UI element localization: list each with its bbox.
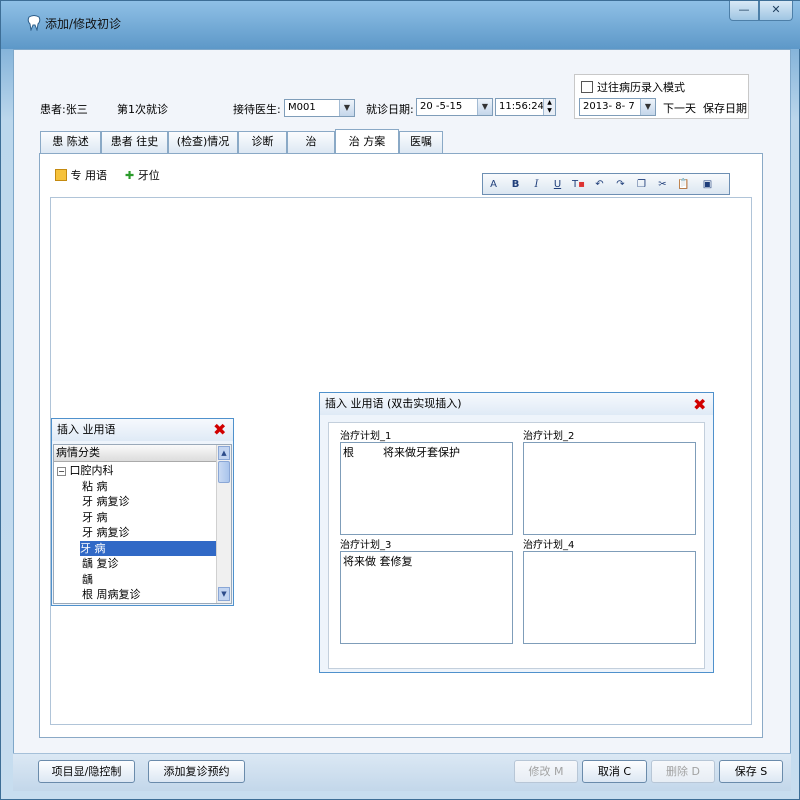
close-window-button[interactable]: ✕: [759, 1, 793, 21]
visit-time-spinner[interactable]: 11:56:24 ▲ ▼: [495, 98, 556, 116]
history-date-picker[interactable]: 2013- 8- 7 ▼: [579, 98, 656, 116]
category-column-header: 病情分类: [54, 445, 217, 462]
history-mode-label: 过往病历录入模式: [597, 81, 685, 94]
plan-4-label: 治疗计划_4: [523, 540, 575, 551]
plan-2-textbox[interactable]: [523, 442, 696, 535]
font-icon[interactable]: A: [485, 176, 502, 193]
history-date-value: 2013- 8- 7: [583, 101, 635, 112]
add-followup-button[interactable]: 添加复诊预约: [148, 760, 245, 783]
tree-item-selected[interactable]: 牙 病: [80, 541, 217, 556]
text-color-icon[interactable]: T▪: [570, 176, 587, 193]
visit-date-value: 20 -5-15: [420, 101, 463, 112]
visit-count-label: 第1次就诊: [117, 103, 168, 116]
visit-date-picker[interactable]: 20 -5-15 ▼: [416, 98, 493, 116]
redo-icon[interactable]: ↷: [612, 176, 629, 193]
paste-icon[interactable]: 📋: [675, 176, 692, 193]
next-day-link[interactable]: 下一天: [663, 100, 696, 116]
plan-3-label: 治疗计划_3: [340, 540, 392, 551]
tooth-icon: [27, 15, 41, 31]
tab-diagnosis[interactable]: 诊断: [238, 131, 287, 153]
plan-1-label: 治疗计划_1: [340, 431, 392, 442]
delete-button[interactable]: 删除 D: [651, 760, 715, 783]
tab-complaint[interactable]: 患 陈述: [40, 131, 101, 153]
chevron-down-icon[interactable]: ▼: [477, 99, 492, 115]
scroll-up-icon[interactable]: ▲: [218, 446, 230, 460]
history-mode-group: 过往病历录入模式 2013- 8- 7 ▼ 下一天 保存日期: [574, 74, 749, 119]
tree-item[interactable]: 牙 病: [82, 510, 108, 525]
close-icon[interactable]: ✖: [213, 422, 226, 438]
scroll-thumb[interactable]: [218, 461, 230, 483]
spin-arrows-icon[interactable]: ▲ ▼: [543, 99, 555, 115]
plan-popup-title: 插入 业用语 (双击实现插入): [320, 393, 713, 415]
tree-item[interactable]: 龋: [82, 572, 93, 587]
history-mode-checkbox[interactable]: [581, 81, 593, 93]
undo-icon[interactable]: ↶: [591, 176, 608, 193]
tree-item[interactable]: 龋 复诊: [82, 556, 119, 571]
save-button[interactable]: 保存 S: [719, 760, 783, 783]
underline-icon[interactable]: U: [549, 176, 566, 193]
patient-label: 患者:张三: [40, 103, 88, 116]
tab-history[interactable]: 患者 往史: [101, 131, 168, 153]
tree-item[interactable]: 牙 病复诊: [82, 525, 130, 540]
collapse-icon[interactable]: −: [57, 467, 66, 476]
tree-scrollbar[interactable]: ▲ ▼: [216, 445, 231, 603]
plan-2-label: 治疗计划_2: [523, 431, 575, 442]
tree-item[interactable]: 粘 病: [82, 479, 108, 494]
plus-icon: ✚: [125, 169, 135, 182]
tab-treatment[interactable]: 治: [287, 131, 335, 153]
window-title: 添加/修改初诊: [45, 17, 122, 31]
tooth-position-button[interactable]: ✚ 牙位: [125, 167, 160, 183]
image-icon[interactable]: ▣: [699, 176, 716, 193]
plan-1-textbox[interactable]: 根 将来做牙套保护: [340, 442, 513, 535]
cut-icon[interactable]: ✂: [654, 176, 671, 193]
term-popup-title: 插入 业用语: [52, 419, 233, 441]
chevron-down-icon[interactable]: ▼: [339, 100, 354, 116]
cancel-button[interactable]: 取消 C: [582, 760, 647, 783]
tab-treatment-plan[interactable]: 治 方案: [335, 129, 399, 154]
doctor-label: 接待医生:: [233, 103, 281, 116]
doctor-select-value: M001: [288, 102, 316, 113]
italic-icon[interactable]: I: [528, 176, 545, 193]
tree-root-label: 口腔内科: [69, 464, 114, 477]
note-icon: [55, 169, 67, 181]
doctor-select[interactable]: M001 ▼: [284, 99, 355, 117]
modify-button[interactable]: 修改 M: [514, 760, 578, 783]
minimize-button[interactable]: —: [729, 1, 759, 21]
tree-item[interactable]: 根 周病复诊: [82, 587, 141, 602]
insert-term-label: 专 用语: [70, 169, 108, 182]
category-tree[interactable]: 病情分类 − 口腔内科 粘 病 牙 病复诊 牙 病 牙 病复诊 牙 病 龋 复诊…: [53, 444, 232, 604]
tree-item[interactable]: 牙 病复诊: [82, 494, 130, 509]
close-icon[interactable]: ✖: [693, 397, 706, 413]
tooth-position-label: 牙位: [137, 169, 160, 182]
format-toolbar: A B I U T▪ ↶ ↷ ❐ ✂ 📋 ▣: [482, 173, 730, 195]
plan-3-textbox[interactable]: 将来做 套修复: [340, 551, 513, 644]
chevron-down-icon[interactable]: ▼: [640, 99, 655, 115]
title-bar[interactable]: 添加/修改初诊 — ✕: [1, 1, 800, 49]
toggle-items-button[interactable]: 项目显/隐控制: [38, 760, 135, 783]
visit-date-label: 就诊日期:: [366, 103, 414, 116]
visit-time-value: 11:56:24: [499, 101, 544, 112]
scroll-down-icon[interactable]: ▼: [218, 587, 230, 601]
save-date-link[interactable]: 保存日期: [703, 100, 747, 116]
bold-icon[interactable]: B: [507, 176, 524, 193]
insert-term-button[interactable]: 专 用语: [55, 167, 107, 183]
tab-medical-advice[interactable]: 医嘱: [399, 131, 443, 153]
plan-4-textbox[interactable]: [523, 551, 696, 644]
copy-icon[interactable]: ❐: [633, 176, 650, 193]
tree-root-item[interactable]: − 口腔内科: [57, 463, 114, 478]
dialog-window: 添加/修改初诊 — ✕ 患者:张三 第1次就诊 接待医生: M001 ▼ 就诊日…: [0, 0, 800, 800]
tab-examination[interactable]: (检查)情况: [168, 131, 238, 153]
